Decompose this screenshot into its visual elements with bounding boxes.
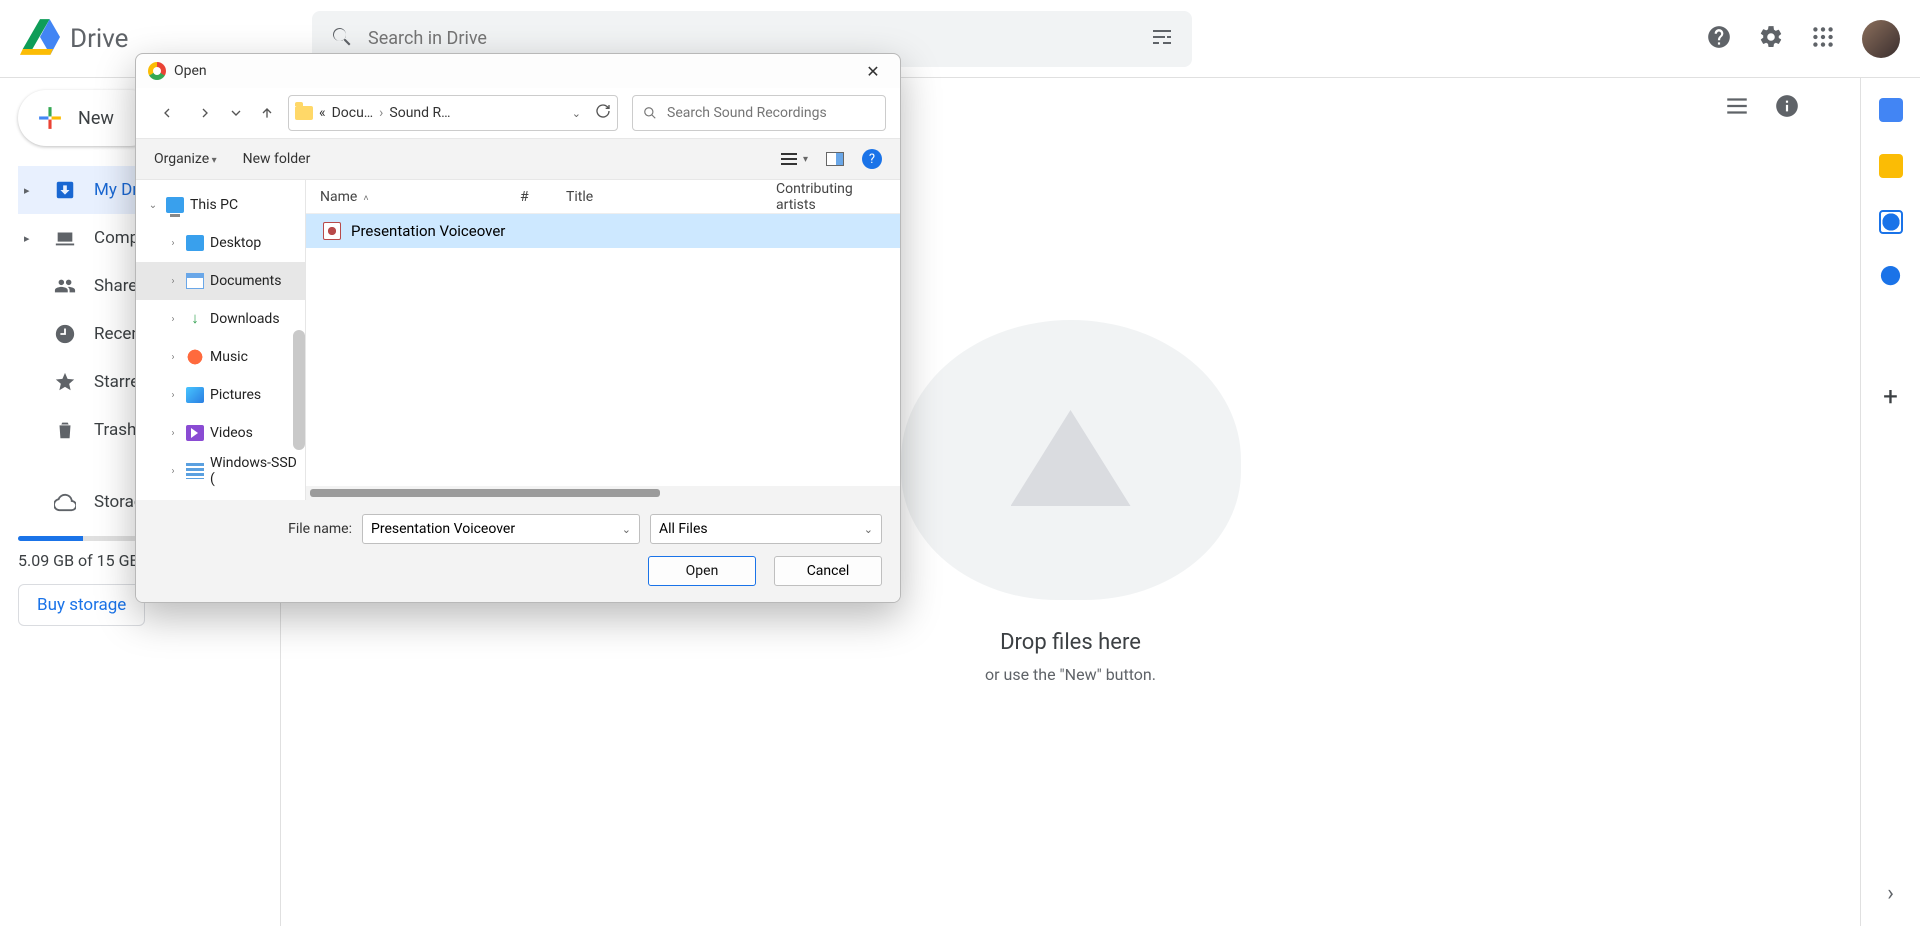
tree-this-pc[interactable]: ⌄This PC — [136, 186, 305, 224]
drive-logo-icon — [20, 17, 60, 61]
tasks-icon[interactable] — [1879, 210, 1903, 234]
cancel-button[interactable]: Cancel — [774, 556, 882, 586]
dialog-search[interactable] — [632, 95, 886, 131]
col-name[interactable]: Name˄ — [306, 189, 506, 205]
apps-icon[interactable] — [1810, 24, 1836, 54]
dialog-toolbar: Organize New folder ▾ ? — [136, 138, 900, 180]
filename-value: Presentation Voiceover — [371, 521, 515, 537]
nav-label: Trash — [94, 420, 136, 440]
view-mode-button[interactable]: ▾ — [781, 153, 808, 165]
tree-documents[interactable]: ›Documents — [136, 262, 305, 300]
file-name: Presentation Voiceover — [351, 222, 505, 240]
file-row[interactable]: Presentation Voiceover — [306, 214, 900, 248]
search-icon — [330, 25, 354, 53]
calendar-icon[interactable] — [1879, 98, 1903, 122]
account-avatar[interactable] — [1862, 20, 1900, 58]
details-icon[interactable] — [1774, 93, 1800, 123]
column-headers: Name˄ # Title Contributing artists — [306, 180, 900, 214]
drive-app-title: Drive — [70, 24, 128, 54]
dialog-title: Open — [174, 63, 207, 79]
drop-illustration — [901, 320, 1241, 600]
chrome-icon — [148, 62, 166, 80]
tree-ssd[interactable]: ›Windows-SSD ( — [136, 452, 305, 490]
new-folder-button[interactable]: New folder — [243, 151, 311, 167]
file-list: Name˄ # Title Contributing artists Prese… — [306, 180, 900, 500]
breadcrumb-part[interactable]: Docu… — [332, 105, 374, 121]
settings-icon[interactable] — [1758, 24, 1784, 54]
folder-tree: ⌄This PC ›Desktop ›Documents ›↓Downloads… — [136, 180, 306, 500]
drop-zone: Drop files here or use the "New" button. — [901, 320, 1241, 684]
help-icon[interactable] — [1706, 24, 1732, 54]
dialog-titlebar: Open ✕ — [136, 54, 900, 88]
drive-search-input[interactable] — [368, 28, 1150, 49]
preview-pane-button[interactable] — [826, 152, 844, 166]
audio-file-icon — [323, 222, 341, 240]
refresh-icon[interactable] — [595, 103, 611, 123]
filename-label: File name: — [288, 521, 352, 537]
drive-header-actions — [1706, 20, 1900, 58]
list-hscrollbar[interactable] — [306, 486, 900, 500]
col-title[interactable]: Title — [552, 189, 762, 205]
filter-dropdown-icon[interactable]: ⌄ — [864, 523, 873, 536]
folder-icon — [295, 106, 313, 120]
tree-scrollbar[interactable] — [293, 330, 305, 450]
file-type-filter[interactable]: All Files ⌄ — [650, 514, 882, 544]
address-bar[interactable]: « Docu… › Sound R… ⌄ — [288, 95, 618, 131]
drop-title: Drop files here — [901, 630, 1241, 655]
buy-storage-button[interactable]: Buy storage — [18, 584, 145, 626]
drop-subtitle: or use the "New" button. — [901, 665, 1241, 684]
keep-icon[interactable] — [1879, 154, 1903, 178]
nav-recent-dropdown[interactable] — [226, 96, 246, 130]
dialog-nav-row: « Docu… › Sound R… ⌄ — [136, 88, 900, 138]
tree-music[interactable]: ›Music — [136, 338, 305, 376]
breadcrumb-part[interactable]: Sound R… — [389, 105, 450, 121]
col-number[interactable]: # — [506, 189, 552, 205]
tree-desktop[interactable]: ›Desktop — [136, 224, 305, 262]
breadcrumb-ellipsis[interactable]: « — [319, 105, 326, 121]
list-view-icon[interactable] — [1724, 93, 1750, 123]
filter-value: All Files — [659, 521, 708, 537]
add-addon-icon[interactable]: + — [1883, 382, 1898, 412]
nav-up-button[interactable] — [250, 96, 284, 130]
contacts-icon[interactable] — [1879, 266, 1903, 290]
address-dropdown-icon[interactable]: ⌄ — [572, 107, 581, 120]
col-contrib[interactable]: Contributing artists — [762, 181, 900, 213]
side-panel: + › — [1860, 78, 1920, 926]
collapse-panel-icon[interactable]: › — [1887, 881, 1894, 906]
nav-forward-button[interactable] — [188, 96, 222, 130]
tree-pictures[interactable]: ›Pictures — [136, 376, 305, 414]
tree-videos[interactable]: ›Videos — [136, 414, 305, 452]
organize-menu[interactable]: Organize — [154, 151, 217, 167]
filename-dropdown-icon[interactable]: ⌄ — [622, 523, 631, 536]
new-button-label: New — [78, 108, 114, 129]
filename-input[interactable]: Presentation Voiceover ⌄ — [362, 514, 640, 544]
dialog-help-icon[interactable]: ? — [862, 149, 882, 169]
close-button[interactable]: ✕ — [858, 62, 888, 81]
breadcrumb-separator: › — [379, 105, 383, 121]
dialog-search-input[interactable] — [667, 105, 875, 121]
tree-downloads[interactable]: ›↓Downloads — [136, 300, 305, 338]
search-filter-icon[interactable] — [1150, 25, 1174, 53]
open-button[interactable]: Open — [648, 556, 756, 586]
dialog-footer: File name: Presentation Voiceover ⌄ All … — [136, 500, 900, 602]
file-open-dialog: Open ✕ « Docu… › Sound R… ⌄ Organize New… — [135, 53, 901, 603]
nav-back-button[interactable] — [150, 96, 184, 130]
